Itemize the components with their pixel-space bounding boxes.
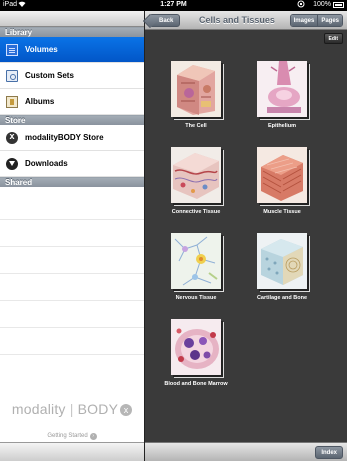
tile-blood-and-bone-marrow[interactable]: Blood and Bone Marrow <box>159 319 233 387</box>
empty-list-rows <box>0 193 144 373</box>
modalitybody-logo: modality | BODY x <box>0 401 144 417</box>
sidebar-item-custom-sets[interactable]: Custom Sets <box>0 63 144 89</box>
store-icon <box>6 131 18 144</box>
sidebar-item-store[interactable]: modalityBODY Store <box>0 125 144 151</box>
tile-label: The Cell <box>185 123 207 129</box>
segment-images[interactable]: Images <box>290 15 318 26</box>
blood-marrow-thumbnail <box>171 319 221 375</box>
index-button[interactable]: Index <box>315 446 343 459</box>
section-header-library: Library <box>0 27 144 37</box>
battery-icon <box>333 2 344 8</box>
sidebar-header <box>0 11 144 27</box>
getting-started-link[interactable]: Getting Started › <box>0 433 144 440</box>
cartilage-bone-thumbnail <box>257 233 307 289</box>
sidebar-footer <box>0 442 144 461</box>
sidebar-item-label: Custom Sets <box>25 71 74 80</box>
section-header-shared: Shared <box>0 177 144 187</box>
cell-thumbnail <box>171 61 221 117</box>
tile-label: Nervous Tissue <box>175 295 217 301</box>
view-segmented-control: Images Pages <box>289 14 343 27</box>
content-footer-toolbar: Index <box>145 442 347 461</box>
back-button[interactable]: Back <box>149 14 181 27</box>
navigation-bar: Back Cells and Tissues Images Pages <box>145 11 347 30</box>
sidebar-item-label: Albums <box>25 97 55 106</box>
sidebar: Library Volumes Custom Sets Albums Store… <box>0 11 144 461</box>
downloads-icon <box>6 157 18 170</box>
sidebar-item-downloads[interactable]: Downloads <box>0 151 144 177</box>
tile-the-cell[interactable]: The Cell <box>159 61 233 129</box>
logo-mark-icon: x <box>120 404 133 416</box>
rotation-lock-icon <box>297 0 305 10</box>
custom-sets-icon <box>6 69 18 82</box>
status-bar: iPad 1:27 PM 100% <box>0 0 347 11</box>
tile-epithelium[interactable]: Epithelium <box>245 61 319 129</box>
tile-nervous-tissue[interactable]: Nervous Tissue <box>159 233 233 301</box>
chevron-right-icon: › <box>89 433 97 440</box>
tile-label: Blood and Bone Marrow <box>164 381 228 387</box>
segment-pages[interactable]: Pages <box>317 15 342 26</box>
sidebar-item-label: Downloads <box>25 159 68 168</box>
edit-button[interactable]: Edit <box>323 33 343 44</box>
tile-label: Cartilage and Bone <box>256 295 308 301</box>
tile-muscle-tissue[interactable]: Muscle Tissue <box>245 147 319 215</box>
page-title: Cells and Tissues <box>199 15 275 25</box>
tile-connective-tissue[interactable]: Connective Tissue <box>159 147 233 215</box>
battery-percent: 100% <box>313 1 331 8</box>
tile-label: Connective Tissue <box>171 209 221 215</box>
sidebar-item-label: modalityBODY Store <box>25 133 104 142</box>
tile-label: Epithelium <box>267 123 297 129</box>
content-pane: Back Cells and Tissues Images Pages Edit… <box>145 11 347 461</box>
albums-icon <box>6 95 18 108</box>
sidebar-item-volumes[interactable]: Volumes <box>0 37 144 63</box>
connective-tissue-thumbnail <box>171 147 221 203</box>
sidebar-item-albums[interactable]: Albums <box>0 89 144 115</box>
muscle-tissue-thumbnail <box>257 147 307 203</box>
volumes-icon <box>6 43 18 56</box>
tile-cartilage-and-bone[interactable]: Cartilage and Bone <box>245 233 319 301</box>
nervous-tissue-thumbnail <box>171 233 221 289</box>
epithelium-thumbnail <box>257 61 307 117</box>
section-header-store: Store <box>0 115 144 125</box>
sidebar-item-label: Volumes <box>25 45 58 54</box>
clock: 1:27 PM <box>160 1 187 8</box>
tile-label: Muscle Tissue <box>263 209 301 215</box>
